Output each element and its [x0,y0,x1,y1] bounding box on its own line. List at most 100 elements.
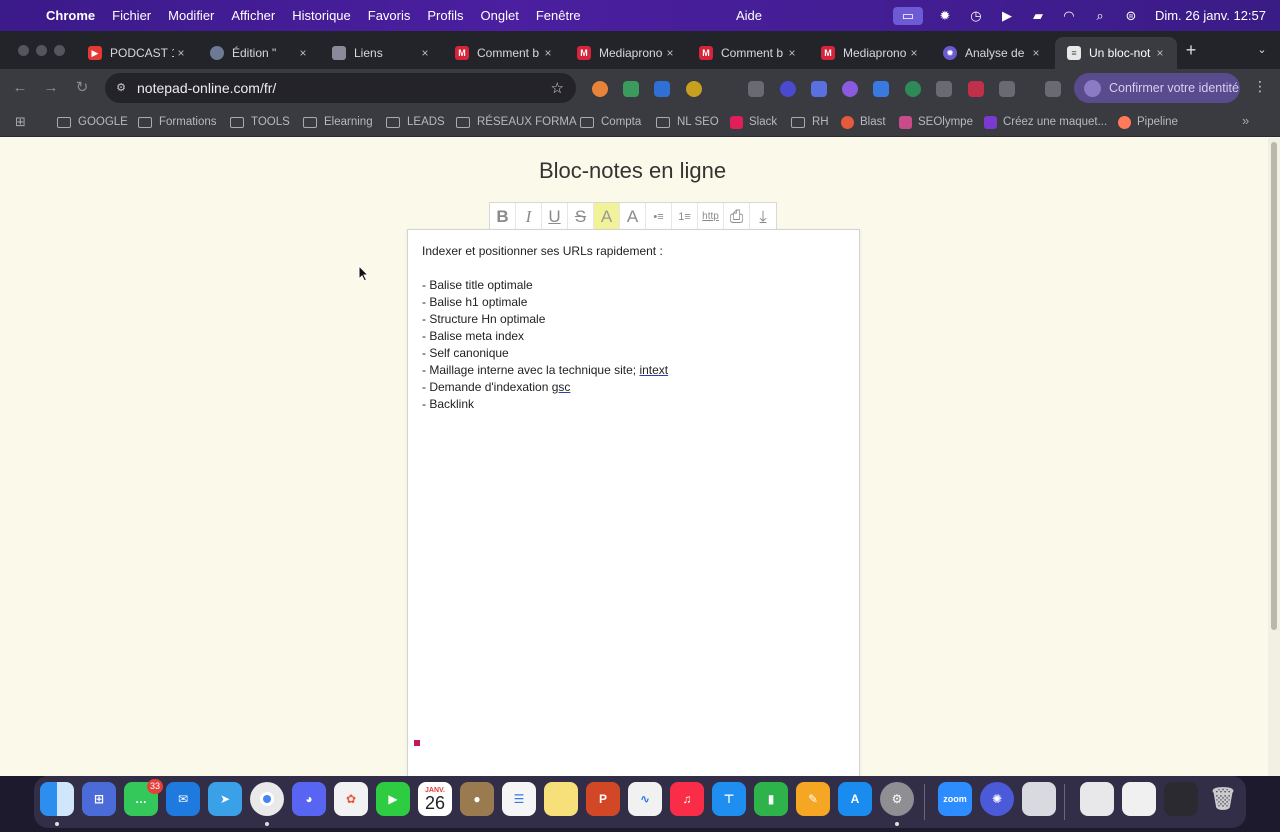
close-icon[interactable]: × [174,46,188,60]
page-scrollbar[interactable] [1268,138,1280,776]
extension-e-icon[interactable] [873,81,889,97]
bookmark-pipeline[interactable]: Pipeline [1118,114,1178,130]
control-center-icon[interactable]: ⊜ [1122,8,1140,24]
forward-icon[interactable]: → [41,78,61,98]
url-input[interactable] [137,78,537,98]
bold-button[interactable]: B [490,203,516,230]
finder-icon[interactable] [40,782,74,816]
extension-circle-icon[interactable] [780,81,796,97]
strikethrough-button[interactable]: S [568,203,594,230]
close-icon[interactable]: × [296,46,310,60]
menu-favoris[interactable]: Favoris [368,8,411,23]
minimize-window-icon[interactable] [36,45,47,56]
tab-mediaprono-2[interactable]: M Mediaprono × [809,37,931,69]
bookmark-star-icon[interactable]: ☆ [551,79,564,97]
battery-icon[interactable]: ▰ [1029,8,1047,24]
menu-historique[interactable]: Historique [292,8,351,23]
facetime-icon[interactable]: ▶ [376,782,410,816]
link-button[interactable]: http [698,203,724,230]
close-icon[interactable]: × [418,46,432,60]
sunburst-app-icon[interactable]: ✺ [980,782,1014,816]
text-color-button[interactable]: A [620,203,646,230]
menu-profils[interactable]: Profils [427,8,463,23]
tab-mediaprono-1[interactable]: M Mediaprono × [565,37,687,69]
music-icon[interactable]: ♫ [670,782,704,816]
tab-analyse[interactable]: ✹ Analyse de × [931,37,1053,69]
launchpad-icon[interactable]: ⊞ [82,782,116,816]
bookmark-google[interactable]: GOOGLE [57,114,128,130]
site-info-icon[interactable]: ⚙ [114,81,128,95]
apps-grid-icon[interactable]: ⊞ [15,114,30,129]
extension-gear-icon[interactable] [842,81,858,97]
extension-star-icon[interactable] [592,81,608,97]
browser-menu-icon[interactable]: ⋮ [1253,78,1267,95]
tab-bloc-notes[interactable]: ≡ Un bloc-not × [1055,37,1177,69]
close-icon[interactable]: × [907,46,921,60]
gear-icon[interactable]: ✹ [936,8,954,24]
back-icon[interactable]: ← [10,78,30,98]
close-icon[interactable]: × [1029,46,1043,60]
search-icon[interactable]: ⌕ [1091,8,1109,24]
notepad-editor[interactable]: Indexer et positionner ses URLs rapideme… [407,229,860,789]
menu-clock[interactable]: Dim. 26 janv. 12:57 [1155,8,1266,23]
time-machine-icon[interactable]: ◷ [967,8,985,24]
menu-app-name[interactable]: Chrome [46,8,95,23]
photos-icon[interactable]: ✿ [334,782,368,816]
grammar-marker-icon[interactable] [414,740,420,746]
screenshots-stack-icon[interactable] [1164,782,1198,816]
bullet-list-button[interactable]: •≡ [646,203,672,230]
tab-comment-2[interactable]: M Comment b × [687,37,809,69]
confirm-identity-button[interactable]: Confirmer votre identité [1074,73,1240,103]
close-icon[interactable]: × [663,46,677,60]
menu-aide[interactable]: Aide [736,8,762,23]
bookmark-formations[interactable]: Formations [138,114,217,130]
discord-icon[interactable]: ◕ [292,782,326,816]
bookmark-slack[interactable]: Slack [730,114,777,130]
close-icon[interactable]: × [1153,46,1167,60]
tab-podcast[interactable]: ▶ PODCAST 1( × [76,37,198,69]
wifi-icon[interactable]: ◠ [1060,8,1078,24]
powerpoint-icon[interactable]: P [586,782,620,816]
menu-fichier[interactable]: Fichier [112,8,151,23]
zoom-window-icon[interactable] [54,45,65,56]
numbers-icon[interactable]: ▮ [754,782,788,816]
bookmark-tools[interactable]: TOOLS [230,114,290,130]
menu-modifier[interactable]: Modifier [168,8,214,23]
bookmark-maquette[interactable]: Créez une maquet... [984,114,1107,130]
extension-sail-icon[interactable] [936,81,952,97]
reminders-icon[interactable]: ☰ [502,782,536,816]
close-icon[interactable]: × [541,46,555,60]
bookmark-reseaux-forma[interactable]: RÉSEAUX FORMA [456,114,577,130]
menu-fenetre[interactable]: Fenêtre [536,8,581,23]
bookmark-blast[interactable]: Blast [841,114,886,130]
extension-mail-icon[interactable] [968,81,984,97]
bookmark-compta[interactable]: Compta [580,114,641,130]
new-tab-button[interactable]: + [1181,40,1201,60]
bookmark-seolympe[interactable]: SEOlympe [899,114,973,130]
zoom-icon[interactable]: zoom [938,782,972,816]
chevron-right-icon[interactable]: » [1242,113,1249,128]
maps-icon[interactable]: ➤ [208,782,242,816]
notes-icon[interactable] [544,782,578,816]
bookmark-leads[interactable]: LEADS [386,114,445,130]
tab-edition[interactable]: Édition " × [198,37,320,69]
extension-arrow-icon[interactable] [623,81,639,97]
menu-afficher[interactable]: Afficher [231,8,275,23]
freeform-icon[interactable]: ∿ [628,782,662,816]
tab-comment-1[interactable]: M Comment b × [443,37,565,69]
underline-button[interactable]: U [542,203,568,230]
extension-robot-icon[interactable] [811,81,827,97]
play-icon[interactable]: ▶ [998,8,1016,24]
print-button[interactable]: ⎙ [724,203,750,230]
tab-search-button[interactable]: ⌄ [1252,40,1272,60]
contacts-icon[interactable]: ● [460,782,494,816]
downloads-stack-icon[interactable] [1080,782,1114,816]
trash-icon[interactable]: 🗑 [1206,782,1240,816]
extensions-puzzle-icon[interactable] [999,81,1015,97]
calendar-icon[interactable]: JANV. 26 [418,782,452,816]
highlight-button[interactable]: A [594,203,620,230]
extension-chatgpt-icon[interactable] [905,81,921,97]
app-store-icon[interactable]: A [838,782,872,816]
menu-onglet[interactable]: Onglet [481,8,519,23]
keynote-icon[interactable]: ⊤ [712,782,746,816]
